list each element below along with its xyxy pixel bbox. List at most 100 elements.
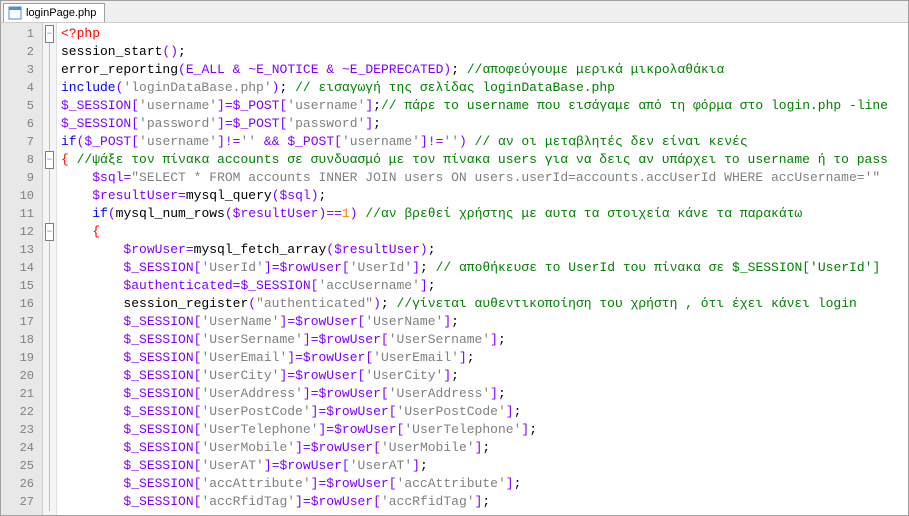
code-line[interactable]: { bbox=[61, 223, 908, 241]
fold-guide bbox=[49, 331, 50, 349]
fold-cell bbox=[43, 331, 56, 349]
code-editor[interactable]: 1234567891011121314151617181920212223242… bbox=[1, 23, 908, 515]
code-line[interactable]: { //ψάξε τον πίνακα accounts σε συνδυασμ… bbox=[61, 151, 908, 169]
fold-guide bbox=[49, 79, 50, 97]
fold-toggle-icon[interactable]: − bbox=[45, 151, 54, 169]
line-number: 12 bbox=[1, 223, 42, 241]
code-area[interactable]: <?phpsession_start();error_reporting(E_A… bbox=[57, 23, 908, 515]
fold-guide bbox=[49, 295, 50, 313]
fold-cell bbox=[43, 295, 56, 313]
fold-cell bbox=[43, 259, 56, 277]
fold-guide bbox=[49, 457, 50, 475]
code-line[interactable]: $_SESSION['UserSername']=$rowUser['UserS… bbox=[61, 331, 908, 349]
fold-cell bbox=[43, 421, 56, 439]
fold-guide bbox=[49, 133, 50, 151]
line-number: 3 bbox=[1, 61, 42, 79]
fold-cell bbox=[43, 241, 56, 259]
fold-guide bbox=[49, 61, 50, 79]
fold-column: − − − bbox=[43, 23, 57, 515]
fold-cell bbox=[43, 43, 56, 61]
fold-cell bbox=[43, 79, 56, 97]
fold-guide bbox=[49, 205, 50, 223]
fold-guide bbox=[49, 277, 50, 295]
fold-guide bbox=[49, 241, 50, 259]
code-line[interactable]: $_SESSION['UserMobile']=$rowUser['UserMo… bbox=[61, 439, 908, 457]
fold-toggle-icon[interactable]: − bbox=[45, 25, 54, 43]
code-line[interactable]: $_SESSION['UserName']=$rowUser['UserName… bbox=[61, 313, 908, 331]
line-number: 27 bbox=[1, 493, 42, 511]
code-line[interactable]: $resultUser=mysql_query($sql); bbox=[61, 187, 908, 205]
code-line[interactable]: $rowUser=mysql_fetch_array($resultUser); bbox=[61, 241, 908, 259]
line-number: 24 bbox=[1, 439, 42, 457]
fold-toggle-icon[interactable]: − bbox=[45, 223, 54, 241]
fold-guide bbox=[49, 403, 50, 421]
code-line[interactable]: $_SESSION['UserId']=$rowUser['UserId']; … bbox=[61, 259, 908, 277]
line-number: 18 bbox=[1, 331, 42, 349]
fold-guide bbox=[49, 493, 50, 511]
fold-cell bbox=[43, 205, 56, 223]
line-number: 8 bbox=[1, 151, 42, 169]
code-line[interactable]: $_SESSION['UserPostCode']=$rowUser['User… bbox=[61, 403, 908, 421]
file-tab[interactable]: loginPage.php bbox=[3, 3, 105, 22]
fold-guide bbox=[49, 169, 50, 187]
line-number: 4 bbox=[1, 79, 42, 97]
php-file-icon bbox=[8, 6, 22, 20]
fold-cell bbox=[43, 385, 56, 403]
fold-cell bbox=[43, 61, 56, 79]
fold-guide bbox=[49, 259, 50, 277]
code-line[interactable]: if($_POST['username']!='' && $_POST['use… bbox=[61, 133, 908, 151]
fold-guide bbox=[49, 97, 50, 115]
fold-guide bbox=[49, 187, 50, 205]
line-number: 10 bbox=[1, 187, 42, 205]
line-number: 14 bbox=[1, 259, 42, 277]
fold-guide bbox=[49, 349, 50, 367]
fold-cell bbox=[43, 169, 56, 187]
code-line[interactable]: $_SESSION['accRfidTag']=$rowUser['accRfi… bbox=[61, 493, 908, 511]
line-number: 9 bbox=[1, 169, 42, 187]
fold-guide bbox=[49, 439, 50, 457]
code-line[interactable]: $_SESSION['password']=$_POST['password']… bbox=[61, 115, 908, 133]
code-line[interactable]: session_start(); bbox=[61, 43, 908, 61]
line-number: 19 bbox=[1, 349, 42, 367]
fold-cell bbox=[43, 187, 56, 205]
fold-guide bbox=[49, 313, 50, 331]
code-line[interactable]: session_register("authenticated"); //γίν… bbox=[61, 295, 908, 313]
fold-cell bbox=[43, 457, 56, 475]
code-line[interactable]: include('loginDataBase.php'); // εισαγωγ… bbox=[61, 79, 908, 97]
line-number: 1 bbox=[1, 25, 42, 43]
line-number: 20 bbox=[1, 367, 42, 385]
code-line[interactable]: $_SESSION['username']=$_POST['username']… bbox=[61, 97, 908, 115]
code-line[interactable]: $_SESSION['UserTelephone']=$rowUser['Use… bbox=[61, 421, 908, 439]
line-number: 2 bbox=[1, 43, 42, 61]
line-number: 23 bbox=[1, 421, 42, 439]
code-line[interactable]: $_SESSION['UserEmail']=$rowUser['UserEma… bbox=[61, 349, 908, 367]
code-line[interactable]: $_SESSION['accAttribute']=$rowUser['accA… bbox=[61, 475, 908, 493]
code-line[interactable]: $authenticated=$_SESSION['accUsername']; bbox=[61, 277, 908, 295]
fold-guide bbox=[49, 475, 50, 493]
line-number: 17 bbox=[1, 313, 42, 331]
fold-cell: − bbox=[43, 151, 56, 169]
code-line[interactable]: $sql="SELECT * FROM accounts INNER JOIN … bbox=[61, 169, 908, 187]
fold-cell bbox=[43, 97, 56, 115]
fold-guide bbox=[49, 367, 50, 385]
fold-cell bbox=[43, 367, 56, 385]
tab-bar: loginPage.php bbox=[1, 1, 908, 23]
line-number: 22 bbox=[1, 403, 42, 421]
line-number: 13 bbox=[1, 241, 42, 259]
fold-cell: − bbox=[43, 25, 56, 43]
code-line[interactable]: $_SESSION['UserCity']=$rowUser['UserCity… bbox=[61, 367, 908, 385]
fold-cell bbox=[43, 439, 56, 457]
fold-cell bbox=[43, 133, 56, 151]
line-number: 7 bbox=[1, 133, 42, 151]
line-number: 21 bbox=[1, 385, 42, 403]
code-line[interactable]: <?php bbox=[61, 25, 908, 43]
fold-guide bbox=[49, 385, 50, 403]
code-line[interactable]: $_SESSION['UserAddress']=$rowUser['UserA… bbox=[61, 385, 908, 403]
code-line[interactable]: if(mysql_num_rows($resultUser)==1) //αν … bbox=[61, 205, 908, 223]
code-line[interactable]: error_reporting(E_ALL & ~E_NOTICE & ~E_D… bbox=[61, 61, 908, 79]
code-line[interactable]: $_SESSION['UserAT']=$rowUser['UserAT']; bbox=[61, 457, 908, 475]
line-number: 6 bbox=[1, 115, 42, 133]
line-number: 11 bbox=[1, 205, 42, 223]
fold-cell bbox=[43, 475, 56, 493]
line-number-gutter: 1234567891011121314151617181920212223242… bbox=[1, 23, 43, 515]
